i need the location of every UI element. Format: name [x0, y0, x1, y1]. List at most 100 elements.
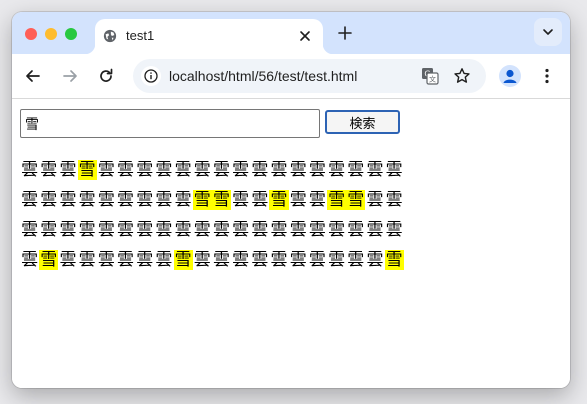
grid-char: 雲 [308, 250, 326, 270]
grid-char: 雲 [97, 250, 115, 270]
star-icon[interactable] [453, 67, 471, 85]
highlighted-char: 雪 [269, 190, 289, 210]
grid-char: 雲 [328, 160, 346, 180]
grid-char: 雲 [21, 190, 39, 210]
forward-button[interactable] [60, 66, 80, 86]
highlighted-char: 雪 [211, 190, 232, 210]
grid-char: 雲 [270, 250, 288, 270]
grid-char: 雲 [21, 250, 39, 270]
grid-char: 雲 [136, 220, 154, 240]
avatar-icon [503, 69, 517, 83]
grid-char: 雲 [97, 220, 115, 240]
url-text[interactable]: localhost/html/56/test/test.html [169, 68, 357, 84]
grid-char: 雲 [40, 220, 58, 240]
grid-char: 雲 [270, 220, 288, 240]
grid-char: 雲 [155, 190, 173, 210]
grid-char: 雲 [385, 220, 403, 240]
grid-char: 雲 [328, 250, 346, 270]
highlighted-char: 雪 [384, 250, 404, 270]
tab-test1[interactable]: test1 [85, 19, 333, 54]
grid-char: 雲 [366, 160, 384, 180]
tab-search-button[interactable] [534, 18, 562, 46]
address-bar[interactable]: localhost/html/56/test/test.html G 文 [133, 59, 486, 93]
grid-char: 雲 [174, 160, 192, 180]
grid-char: 雲 [251, 250, 269, 270]
minimize-window-button[interactable] [45, 28, 57, 40]
grid-char: 雲 [251, 220, 269, 240]
arrow-left-icon [26, 70, 40, 82]
menu-button[interactable] [539, 66, 555, 86]
search-input[interactable] [20, 109, 320, 138]
grid-char: 雲 [366, 220, 384, 240]
grid-char: 雲 [174, 220, 192, 240]
grid-char: 雲 [193, 160, 211, 180]
highlighted-char: 雪 [77, 160, 97, 180]
tab-strip: test1 [12, 12, 570, 54]
grid-char: 雲 [155, 250, 173, 270]
browser-toolbar: localhost/html/56/test/test.html G 文 [12, 54, 570, 99]
grid-char: 雲 [347, 160, 365, 180]
grid-char: 雲 [78, 250, 96, 270]
grid-char: 雲 [289, 250, 307, 270]
tab-title: test1 [126, 28, 155, 43]
grid-char: 雲 [232, 190, 250, 210]
site-info-button[interactable] [141, 66, 161, 86]
close-window-button[interactable] [25, 28, 37, 40]
back-button[interactable] [23, 66, 43, 86]
grid-char: 雲 [59, 220, 77, 240]
grid-char: 雲 [289, 160, 307, 180]
character-grid: 雲雲雲雪雲雲雲雲雲雲雲雲雲雲雲雲雲雲雲雲雲雲雲雲雲雲雲雲雲雪雪雲雲雪雲雲雪雪雲雲… [20, 160, 404, 280]
grid-char: 雲 [155, 220, 173, 240]
grid-char: 雲 [59, 160, 77, 180]
grid-char: 雲 [117, 250, 135, 270]
grid-char: 雲 [232, 250, 250, 270]
grid-char: 雲 [366, 250, 384, 270]
grid-char: 雲 [308, 220, 326, 240]
maximize-window-button[interactable] [65, 28, 77, 40]
grid-char: 雲 [308, 160, 326, 180]
highlighted-char: 雪 [192, 190, 212, 210]
grid-char: 雲 [212, 250, 230, 270]
highlighted-char: 雪 [173, 250, 193, 270]
grid-char: 雲 [366, 190, 384, 210]
grid-char: 雲 [21, 160, 39, 180]
svg-text:文: 文 [429, 75, 436, 84]
grid-char: 雲 [308, 190, 326, 210]
search-button[interactable]: 検索 [325, 110, 400, 134]
grid-char: 雲 [155, 160, 173, 180]
arrow-right-icon [63, 70, 77, 82]
grid-char: 雲 [328, 220, 346, 240]
reload-button[interactable] [96, 66, 116, 86]
grid-char: 雲 [347, 220, 365, 240]
grid-char: 雲 [212, 220, 230, 240]
grid-char: 雲 [59, 250, 77, 270]
grid-char: 雲 [117, 220, 135, 240]
highlighted-char: 雪 [39, 250, 59, 270]
close-icon[interactable] [299, 30, 311, 42]
grid-char: 雲 [136, 160, 154, 180]
globe-icon [103, 29, 117, 43]
grid-char: 雲 [136, 190, 154, 210]
grid-char: 雲 [97, 190, 115, 210]
grid-char: 雲 [40, 160, 58, 180]
grid-char: 雲 [193, 250, 211, 270]
highlighted-char: 雪 [346, 190, 366, 210]
browser-window: test1 localhost/html/56/test/test.html 文… [12, 12, 570, 388]
grid-char: 雲 [270, 160, 288, 180]
grid-row: 雲雲雲雪雲雲雲雲雲雲雲雲雲雲雲雲雲雲雲雲 [20, 160, 404, 190]
reload-icon [100, 68, 113, 82]
grid-char: 雲 [289, 190, 307, 210]
grid-char: 雲 [193, 220, 211, 240]
grid-char: 雲 [347, 250, 365, 270]
grid-char: 雲 [174, 190, 192, 210]
highlighted-char: 雪 [327, 190, 347, 210]
grid-char: 雲 [117, 190, 135, 210]
grid-char: 雲 [251, 160, 269, 180]
grid-char: 雲 [251, 190, 269, 210]
plus-icon[interactable] [337, 25, 353, 41]
grid-char: 雲 [385, 190, 403, 210]
grid-char: 雲 [78, 190, 96, 210]
translate-icon[interactable]: G 文 [421, 67, 439, 85]
profile-button[interactable] [499, 65, 521, 87]
grid-char: 雲 [385, 160, 403, 180]
